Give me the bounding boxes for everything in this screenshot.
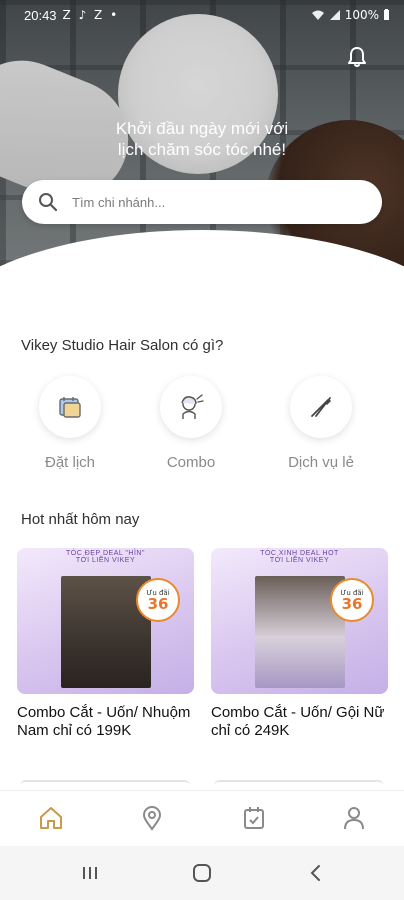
features-section-title: Vikey Studio Hair Salon có gì? — [21, 337, 224, 354]
promo-card-badge: Ưu đãi 36 — [330, 578, 374, 622]
battery-icon — [384, 9, 389, 20]
status-time: 20:43 — [24, 7, 57, 23]
feature-booking-label: Đặt lịch — [44, 454, 96, 471]
status-bar: 20:43 Z ♪ Z • 100% — [0, 0, 404, 30]
home-icon — [40, 807, 62, 829]
bell-icon — [348, 47, 366, 67]
bottom-navigation — [0, 790, 404, 846]
combo-hairstyle-icon — [181, 394, 204, 419]
promo-card-banner: TÓC XINH DEAL HOT TỚI LIỀN VIKEY — [211, 548, 388, 574]
feature-booking[interactable]: Đặt lịch — [10, 376, 130, 471]
feature-single-service-label: Dịch vụ lẻ — [288, 454, 354, 471]
feature-single-service[interactable]: Dịch vụ lẻ — [261, 376, 381, 471]
branch-search-input[interactable]: Tìm chi nhánh... — [22, 180, 382, 224]
next-card-edge — [214, 780, 384, 788]
wifi-icon — [311, 10, 324, 20]
promo-card-title: Combo Cắt - Uốn/ Nhuộm Nam chỉ có 199K — [17, 704, 191, 739]
promo-card[interactable]: TÓC XINH DEAL HOT TỚI LIỀN VIKEY Ưu đãi … — [211, 548, 388, 740]
promo-card-banner-line1: TÓC XINH DEAL HOT — [260, 550, 339, 557]
back-chevron-icon — [310, 865, 320, 881]
promo-card-badge-value: 36 — [147, 594, 169, 613]
hot-section-title: Hot nhất hôm nay — [21, 511, 140, 528]
recent-apps-icon — [83, 867, 97, 879]
promo-card-banner-line2: TỚI LIỀN VIKEY — [75, 557, 136, 564]
recent-apps-button[interactable] — [78, 862, 102, 884]
promo-card-title: Combo Cắt - Uốn/ Gội Nữ chỉ có 249K — [211, 704, 385, 739]
hero-tagline: Khởi đầu ngày mới với lịch chăm sóc tóc … — [0, 118, 404, 160]
promo-card-banner-line1: TÓC ĐẸP DEAL "HÌN" — [66, 550, 145, 557]
home-system-button[interactable] — [190, 862, 214, 884]
hero-tagline-line1: Khởi đầu ngày mới với — [115, 119, 289, 138]
home-circle-icon — [193, 864, 211, 882]
search-placeholder: Tìm chi nhánh... — [72, 194, 166, 210]
nav-locations[interactable] — [137, 803, 167, 833]
promo-card[interactable]: TÓC ĐẸP DEAL "HÌN" TỚI LIỀN VIKEY Ưu đãi… — [17, 548, 194, 740]
hero-tagline-line2: lịch chăm sóc tóc nhé! — [117, 140, 287, 159]
calendar-booking-icon — [59, 397, 81, 418]
feature-single-service-circle — [290, 376, 352, 438]
nav-home[interactable] — [36, 803, 66, 833]
battery-level: 100% — [344, 8, 379, 22]
calendar-check-icon — [244, 807, 264, 829]
back-button[interactable] — [304, 862, 328, 884]
promo-card-banner-line2: TỚI LIỀN VIKEY — [269, 557, 330, 564]
search-icon — [39, 193, 58, 212]
promo-card-banner: TÓC ĐẸP DEAL "HÌN" TỚI LIỀN VIKEY — [17, 548, 194, 574]
location-pin-icon — [142, 806, 162, 831]
feature-combo-label: Combo — [166, 454, 216, 471]
next-card-edge — [20, 780, 190, 788]
feature-combo-circle — [160, 376, 222, 438]
profile-icon — [344, 807, 364, 830]
promo-card-image: TÓC ĐẸP DEAL "HÌN" TỚI LIỀN VIKEY Ưu đãi… — [17, 548, 194, 694]
promo-card-image: TÓC XINH DEAL HOT TỚI LIỀN VIKEY Ưu đãi … — [211, 548, 388, 694]
promo-card-badge-value: 36 — [341, 594, 363, 613]
features-row: Đặt lịch Combo Dịch vụ lẻ — [0, 376, 404, 476]
status-right: 100% — [311, 8, 390, 22]
status-notification-icons: Z ♪ Z • — [62, 8, 120, 22]
signal-icon — [329, 10, 340, 20]
system-navigation-bar — [0, 846, 404, 900]
promo-card-badge: Ưu đãi 36 — [136, 578, 180, 622]
feature-combo[interactable]: Combo — [131, 376, 251, 471]
scissors-icon — [311, 397, 331, 417]
notification-bell-button[interactable] — [344, 44, 370, 70]
nav-bookings[interactable] — [239, 803, 269, 833]
nav-profile[interactable] — [339, 803, 369, 833]
feature-booking-circle — [39, 376, 101, 438]
